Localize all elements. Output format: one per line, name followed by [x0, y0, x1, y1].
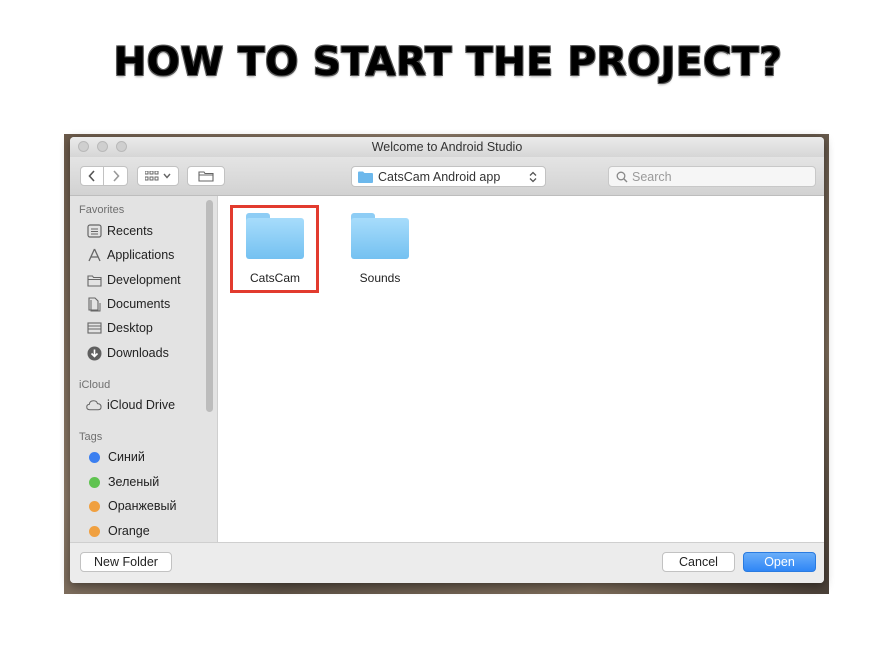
sidebar-item-desktop[interactable]: Desktop [86, 318, 153, 338]
title-bar: Welcome to Android Studio [70, 137, 824, 157]
search-placeholder: Search [632, 169, 672, 184]
sidebar-item-label: iCloud Drive [107, 398, 176, 412]
sidebar-item-development[interactable]: Development [86, 270, 181, 290]
sidebar-tag-green[interactable]: Зеленый [86, 472, 159, 492]
chevron-right-icon [112, 170, 120, 182]
sidebar-item-label: Desktop [107, 321, 153, 335]
location-label: CatsCam Android app [378, 169, 501, 184]
file-name: Sounds [359, 271, 401, 285]
recents-icon [86, 223, 102, 239]
downloads-icon [86, 345, 102, 361]
bottom-bar: New Folder Cancel Open [70, 542, 824, 583]
open-dialog: Welcome to Android Studio CatsCam Androi… [70, 137, 824, 583]
sidebar-tag-blue[interactable]: Синий [86, 447, 145, 467]
search-icon [616, 171, 628, 182]
file-browser: CatsCam Sounds [218, 196, 824, 542]
open-button[interactable]: Open [743, 552, 816, 572]
location-popup[interactable]: CatsCam Android app [351, 166, 546, 187]
folder-icon [351, 213, 409, 259]
cloud-icon [86, 397, 102, 413]
tags-header: Tags [79, 431, 103, 443]
sidebar-scrollbar[interactable] [206, 200, 213, 412]
sidebar: Favorites Recents Applications Developme… [70, 196, 218, 542]
sidebar-item-label: Documents [107, 297, 171, 311]
folder-icon [358, 171, 373, 183]
sidebar-tag-orange[interactable]: Orange [86, 521, 150, 541]
sidebar-item-label: Синий [108, 450, 145, 464]
new-folder-toolbar-button[interactable] [187, 166, 225, 186]
chevron-down-icon [163, 173, 171, 179]
new-folder-button[interactable]: New Folder [80, 552, 172, 572]
applications-icon [86, 247, 102, 263]
sidebar-item-label: Development [107, 273, 181, 287]
folder-outline-icon [198, 171, 214, 182]
desktop-icon [86, 320, 102, 336]
up-down-chevron-icon [529, 171, 537, 183]
toolbar: CatsCam Android app Search [70, 157, 824, 196]
search-field[interactable]: Search [608, 166, 816, 187]
sidebar-item-label: Оранжевый [108, 499, 177, 513]
favorites-header: Favorites [79, 204, 125, 216]
documents-icon [86, 296, 102, 312]
sidebar-item-recents[interactable]: Recents [86, 221, 153, 241]
sidebar-item-label: Orange [108, 524, 150, 538]
sidebar-item-documents[interactable]: Documents [86, 294, 170, 314]
view-options-button[interactable] [137, 166, 179, 186]
sidebar-item-label: Downloads [107, 346, 169, 360]
forward-button[interactable] [104, 166, 128, 186]
tag-color-dot [89, 476, 100, 488]
sidebar-item-label: Recents [107, 224, 153, 238]
cancel-button[interactable]: Cancel [662, 552, 735, 572]
selection-highlight-box [230, 205, 319, 293]
sidebar-item-label: Applications [107, 248, 175, 262]
tag-color-dot [89, 525, 100, 537]
grid-view-icon [145, 171, 159, 181]
sidebar-item-applications[interactable]: Applications [86, 245, 174, 265]
sidebar-item-downloads[interactable]: Downloads [86, 343, 169, 363]
chevron-left-icon [88, 170, 95, 182]
tag-color-dot [89, 500, 100, 512]
icloud-header: iCloud [79, 379, 111, 391]
folder-icon [86, 272, 102, 288]
slide-title: HOW TO START THE PROJECT? [113, 40, 783, 85]
sidebar-item-icloud-drive[interactable]: iCloud Drive [86, 395, 175, 415]
tag-color-dot [89, 451, 100, 463]
sidebar-tag-orange-ru[interactable]: Оранжевый [86, 496, 176, 516]
window-title: Welcome to Android Studio [371, 140, 523, 154]
sidebar-item-label: Зеленый [108, 475, 160, 489]
back-button[interactable] [80, 166, 104, 186]
